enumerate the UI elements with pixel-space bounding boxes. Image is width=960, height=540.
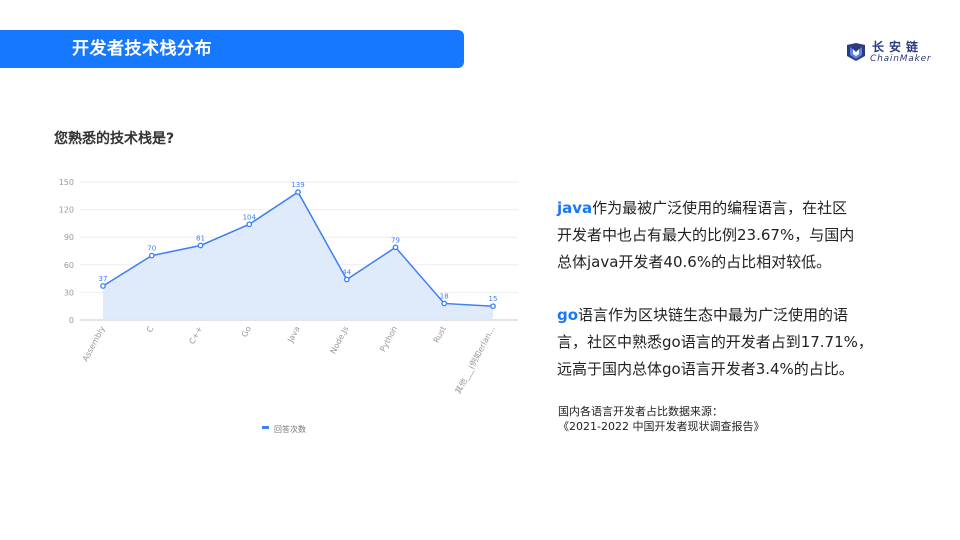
page-title: 开发者技术栈分布 [72, 39, 212, 59]
source-line-1: 国内各语言开发者占比数据来源： [558, 405, 723, 418]
legend-swatch [262, 426, 269, 429]
go-paragraph-line-2: 言，社区中熟悉go语言的开发者占到17.71%， [557, 333, 873, 351]
java-paragraph-line-1: java作为最被广泛使用的编程语言，在社区 [557, 195, 897, 222]
data-label: 37 [99, 275, 108, 283]
java-paragraph-line-2: 开发者中也占有最大的比例23.67%，与国内 [557, 226, 855, 244]
go-paragraph-line-3: 远高于国内总体go语言开发者3.4%的占比。 [557, 360, 854, 378]
data-label: 81 [196, 234, 205, 242]
data-point [343, 276, 350, 283]
go-keyword: go [557, 306, 579, 324]
java-keyword: java [557, 199, 593, 217]
y-tick-label: 60 [64, 261, 74, 270]
x-tick-label: C++ [187, 325, 204, 346]
legend-label: 回答次数 [274, 424, 306, 434]
logo-text-cn: 长安链 [872, 40, 924, 54]
y-tick-label: 0 [69, 316, 74, 325]
data-point [246, 221, 253, 228]
go-paragraph: go语言作为区块链生态中最为广泛使用的语 言，社区中熟悉go语言的开发者占到17… [557, 302, 897, 383]
go-line-1-text: 语言作为区块链生态中最为广泛使用的语 [578, 306, 849, 324]
tech-stack-chart: 0 30 60 90 120 150 37 Assembly 70 C 81 C++ 104 Go 139 J… [59, 178, 518, 434]
series-area [103, 192, 493, 320]
title-bar: 开发者技术栈分布 [0, 30, 464, 68]
data-source-note: 国内各语言开发者占比数据来源： 《2021-2022 中国开发者现状调查报告》 [558, 404, 898, 434]
x-tick-label: Python [378, 325, 399, 354]
chart-question: 您熟悉的技术栈是? [54, 131, 175, 147]
data-point [100, 283, 106, 289]
data-label: 79 [391, 236, 400, 244]
java-line-1-text: 作为最被广泛使用的编程语言，在社区 [592, 199, 848, 217]
y-tick-label: 90 [64, 233, 74, 242]
x-tick-label: Assembly [81, 324, 107, 363]
data-label: 104 [243, 213, 257, 221]
x-tick-label: 其他___(例如erlan... [453, 324, 497, 395]
x-tick-label: Rust [432, 325, 448, 345]
x-tick-label: Node.Js [329, 325, 351, 356]
x-tick-label: C [145, 324, 156, 334]
x-tick-label: Go [240, 325, 253, 339]
java-paragraph-line-3: 总体java开发者40.6%的占比相对较低。 [557, 253, 832, 271]
data-label: 44 [342, 269, 351, 277]
logo-text-en: ChainMaker [870, 54, 932, 64]
y-tick-label: 120 [59, 206, 74, 215]
data-point [490, 303, 496, 310]
data-point [392, 244, 399, 251]
y-tick-label: 30 [64, 288, 74, 297]
data-label: 139 [291, 181, 304, 189]
data-point [295, 189, 301, 195]
data-point [441, 300, 448, 307]
y-tick-label: 150 [59, 178, 74, 187]
chainmaker-logo: 长安链 ChainMaker [846, 40, 938, 66]
source-line-2: 《2021-2022 中国开发者现状调查报告》 [558, 420, 765, 433]
java-paragraph: java作为最被广泛使用的编程语言，在社区 开发者中也占有最大的比例23.67%… [557, 195, 897, 276]
x-tick-label: Java [285, 325, 301, 345]
chainmaker-logo-icon [847, 43, 865, 61]
data-label: 15 [489, 295, 498, 303]
data-point [148, 252, 155, 259]
data-label: 70 [147, 245, 156, 253]
go-paragraph-line-1: go语言作为区块链生态中最为广泛使用的语 [557, 302, 897, 329]
data-point [197, 242, 204, 249]
data-label: 18 [440, 292, 449, 300]
